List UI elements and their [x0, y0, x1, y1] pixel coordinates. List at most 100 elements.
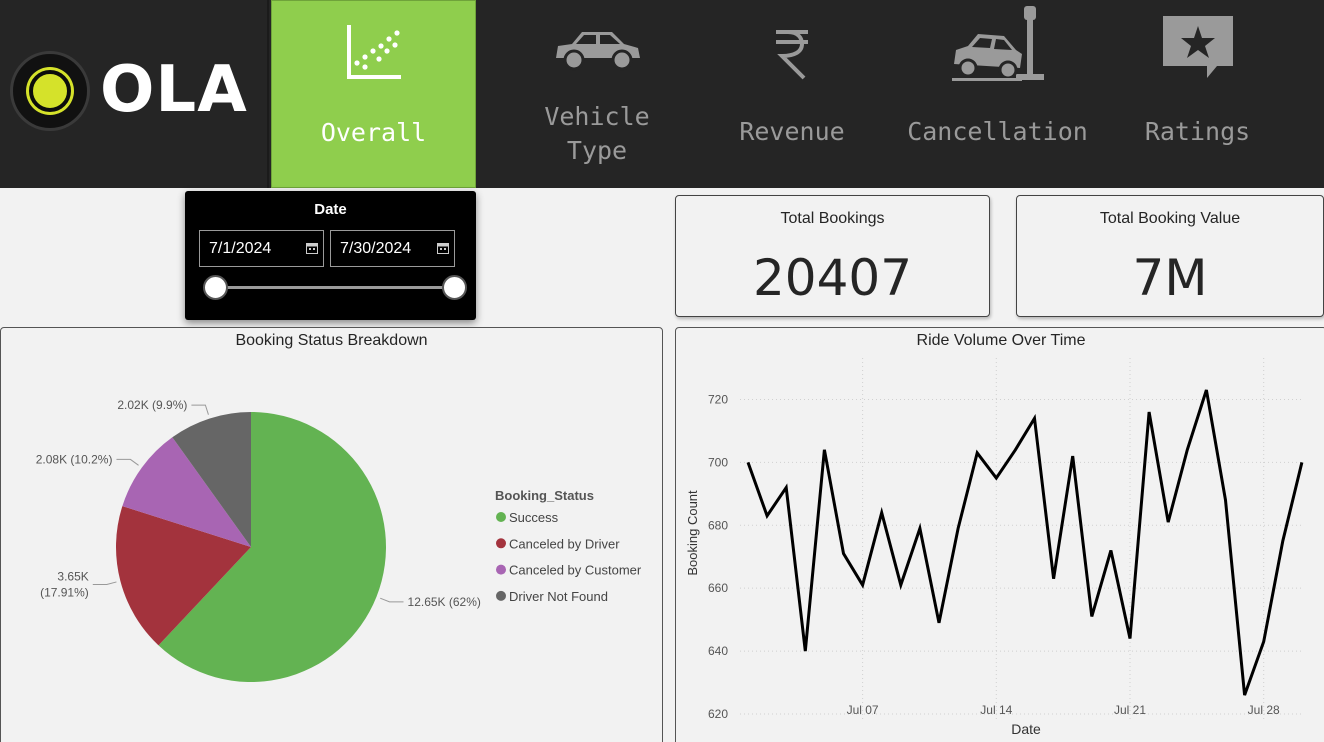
kpi-total-bookings: Total Bookings 20407	[675, 195, 990, 317]
date-slider-start-handle[interactable]	[203, 275, 228, 300]
kpi-title: Total Booking Value	[1099, 210, 1241, 227]
booking-status-pie-chart: 12.65K (62%) 3.65K (17.91%) 2.08K (10.2%) 2.…	[36, 398, 642, 682]
legend-marker-0	[496, 512, 506, 522]
tab-revenue-label: Revenue	[739, 117, 845, 146]
legend-marker-2	[496, 564, 506, 575]
data-point[interactable]	[1185, 448, 1189, 452]
data-point[interactable]	[956, 526, 960, 530]
data-point[interactable]	[1071, 454, 1075, 458]
y-axis-title: Booking Count	[685, 490, 700, 576]
legend-marker-1	[496, 538, 506, 549]
legend-item-2[interactable]: Canceled by Customer	[509, 563, 642, 578]
tab-overall[interactable]: Overall	[271, 0, 476, 188]
date-slider-track[interactable]	[216, 286, 454, 289]
data-point[interactable]	[1052, 577, 1056, 581]
data-point[interactable]	[1204, 388, 1208, 392]
y-tick-label: 680	[708, 518, 728, 532]
tab-ratings[interactable]: Ratings	[1120, 0, 1275, 188]
calendar-icon[interactable]	[437, 242, 449, 254]
date-slicer-title: Date	[314, 201, 347, 218]
legend-item-3[interactable]: Driver Not Found	[509, 589, 608, 604]
data-point[interactable]	[784, 486, 788, 490]
kpi-title: Total Bookings	[780, 210, 885, 227]
date-range-slicer: Date 7/1/2024 7/30/2024	[185, 191, 476, 320]
pie-data-label: 2.02K (9.9%)	[117, 398, 187, 412]
tab-vehicle-type-label-1: Vehicle	[544, 102, 650, 131]
x-tick-label: Jul 28	[1248, 703, 1280, 717]
data-point[interactable]	[899, 583, 903, 587]
pie-data-label: 12.65K (62%)	[408, 595, 481, 609]
data-point[interactable]	[937, 621, 941, 625]
data-point[interactable]	[803, 649, 807, 653]
end-date-input[interactable]: 7/30/2024	[330, 230, 455, 267]
tab-cancellation[interactable]: Cancellation	[890, 0, 1105, 188]
ride-volume-series-line[interactable]	[746, 389, 1304, 696]
kpi-total-booking-value: Total Booking Value 7M	[1016, 195, 1324, 317]
end-date-value: 7/30/2024	[340, 240, 412, 257]
y-tick-label: 640	[708, 644, 728, 658]
pie-data-label: 2.08K (10.2%)	[36, 452, 113, 466]
data-point[interactable]	[822, 448, 826, 452]
data-point[interactable]	[746, 460, 750, 464]
star-badge-icon	[1162, 16, 1233, 78]
legend-item-1[interactable]: Canceled by Driver	[509, 536, 620, 551]
data-point[interactable]	[880, 511, 884, 515]
data-point[interactable]	[1224, 498, 1228, 502]
start-date-value: 7/1/2024	[209, 240, 272, 257]
data-point[interactable]	[1128, 637, 1132, 641]
scatter-chart-icon	[346, 25, 401, 79]
tab-cancellation-label: Cancellation	[907, 117, 1088, 146]
data-point[interactable]	[1243, 693, 1247, 697]
y-tick-label: 720	[708, 392, 728, 406]
date-slider-end-handle[interactable]	[442, 275, 467, 300]
car-crash-icon	[951, 6, 1044, 81]
legend-title: Booking_Status	[495, 488, 594, 503]
data-point[interactable]	[1281, 539, 1285, 543]
data-point[interactable]	[861, 583, 865, 587]
pie-leader-line-2	[116, 458, 139, 466]
tab-ratings-label: Ratings	[1144, 117, 1251, 146]
pie-leader-line-0	[380, 597, 404, 603]
data-point[interactable]	[1300, 460, 1304, 464]
x-axis-title: Date	[1011, 721, 1041, 737]
ride-volume-line-chart: 620 640 660 680 700 720 Jul 07 Jul 14 Jul 21 Jul …	[685, 358, 1304, 737]
data-point[interactable]	[1013, 448, 1017, 452]
data-point[interactable]	[765, 514, 769, 518]
y-tick-label: 660	[708, 581, 728, 595]
booking-status-panel: Booking Status Breakdown 12.65K (62%) 3.6…	[0, 327, 663, 742]
pie-data-label: (17.91%)	[40, 585, 89, 599]
legend-marker-3	[496, 590, 506, 601]
header-bar: OLA Overall Vehicle Type Revenue Cancell…	[0, 0, 1324, 188]
pie-data-label: 3.65K	[57, 569, 88, 583]
data-point[interactable]	[918, 526, 922, 530]
data-point[interactable]	[975, 451, 979, 455]
data-point[interactable]	[1166, 520, 1170, 524]
kpi-value: 7M	[1132, 249, 1208, 307]
y-tick-label: 700	[708, 455, 728, 469]
x-tick-label: Jul 07	[847, 703, 879, 717]
kpi-value: 20407	[752, 249, 913, 307]
data-point[interactable]	[1033, 416, 1037, 420]
tab-revenue[interactable]: Revenue	[712, 0, 872, 188]
legend-item-0[interactable]: Success	[509, 510, 559, 525]
start-date-input[interactable]: 7/1/2024	[199, 230, 324, 267]
tab-overall-label: Overall	[320, 118, 427, 147]
calendar-icon[interactable]	[306, 242, 318, 254]
data-point[interactable]	[1109, 548, 1113, 552]
tab-vehicle-type[interactable]: Vehicle Type	[498, 0, 696, 188]
x-tick-label: Jul 14	[980, 703, 1012, 717]
tab-vehicle-type-label-2: Type	[566, 136, 628, 165]
rupee-icon	[776, 30, 808, 80]
car-icon	[556, 32, 640, 71]
data-point[interactable]	[1090, 614, 1094, 618]
data-point[interactable]	[1262, 640, 1266, 644]
y-tick-label: 620	[708, 707, 728, 721]
data-point[interactable]	[842, 552, 846, 556]
data-point[interactable]	[994, 476, 998, 480]
ride-volume-panel: Ride Volume Over Time 620 640 660 680 700 720…	[675, 327, 1324, 742]
pie-leader-line-1	[92, 581, 117, 585]
data-point[interactable]	[1147, 410, 1151, 414]
brand-name: OLA	[100, 53, 248, 127]
brand-logo: OLA	[0, 0, 269, 188]
pie-leader-line-3	[191, 404, 209, 415]
